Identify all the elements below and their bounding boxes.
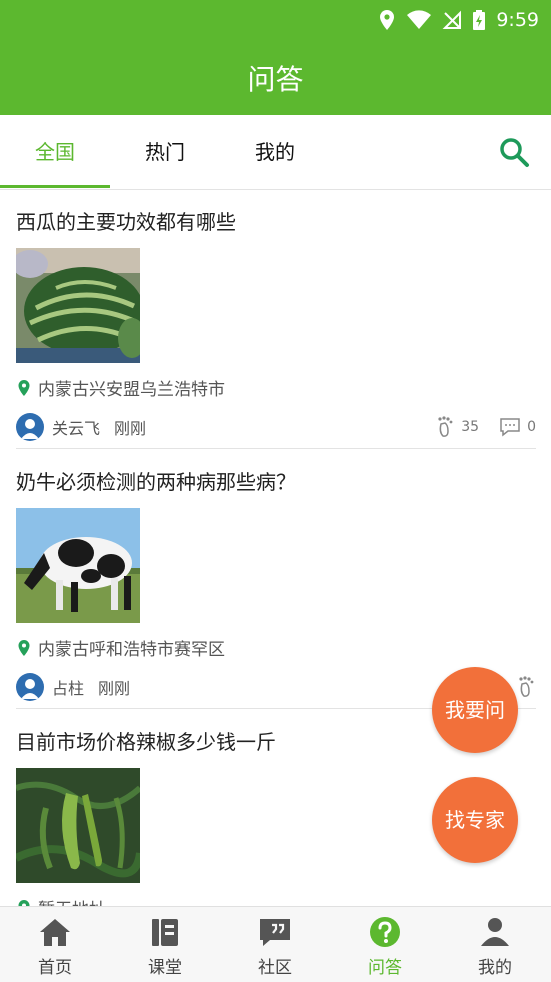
tab-bar: 全国 热门 我的 xyxy=(0,115,551,190)
nav-home[interactable]: 首页 xyxy=(0,907,110,982)
post-time: 刚刚 xyxy=(98,679,131,698)
page-title: 问答 xyxy=(247,63,304,96)
location-status-icon xyxy=(380,10,395,30)
signal-off-icon xyxy=(442,10,462,29)
location-text: 内蒙古兴安盟乌兰浩特市 xyxy=(38,380,225,400)
tab-mine[interactable]: 我的 xyxy=(220,115,330,189)
views-count: 35 xyxy=(461,419,480,435)
comments-count: 0 xyxy=(527,419,536,435)
location-text: 暂无地址 xyxy=(38,895,106,906)
nav-label: 社区 xyxy=(258,958,292,978)
post-stats xyxy=(516,676,536,698)
search-icon[interactable] xyxy=(496,134,532,170)
cow-image xyxy=(16,508,140,623)
wifi-icon xyxy=(407,10,432,29)
active-tab-indicator xyxy=(0,185,110,188)
pepper-image xyxy=(16,768,140,883)
nav-classroom[interactable]: 课堂 xyxy=(110,907,220,982)
status-bar: 9:59 xyxy=(378,6,539,34)
author-name[interactable]: 占柱 xyxy=(52,675,84,699)
location-pin-icon xyxy=(18,639,30,656)
watermelon-image xyxy=(16,248,140,363)
avatar[interactable] xyxy=(16,413,44,441)
bottom-nav: 首页 课堂 社区 问答 我的 xyxy=(0,906,551,982)
nav-community[interactable]: 社区 xyxy=(220,907,330,982)
footprint-icon xyxy=(519,676,534,697)
location-row: 暂无地址 xyxy=(18,895,106,906)
ask-question-button[interactable]: 我要问 xyxy=(432,667,518,753)
comment-icon[interactable] xyxy=(499,417,521,437)
divider xyxy=(16,448,536,449)
question-title[interactable]: 目前市场价格辣椒多少钱一斤 xyxy=(16,726,276,755)
location-text: 内蒙古呼和浩特市赛罕区 xyxy=(38,640,225,660)
app-header: 9:59 问答 xyxy=(0,0,551,115)
chat-icon xyxy=(260,919,290,946)
footprint-icon xyxy=(438,416,453,437)
location-pin-icon xyxy=(18,379,30,396)
tab-nationwide[interactable]: 全国 xyxy=(0,115,110,189)
location-row: 内蒙古兴安盟乌兰浩特市 xyxy=(18,375,225,400)
nav-label: 我的 xyxy=(478,958,512,978)
nav-label: 课堂 xyxy=(148,958,182,978)
post-stats: 35 0 xyxy=(435,416,536,438)
nav-label: 问答 xyxy=(368,958,402,978)
book-icon xyxy=(152,919,178,946)
question-title[interactable]: 奶牛必须检测的两种病那些病？ xyxy=(16,466,296,495)
post-time: 刚刚 xyxy=(114,419,147,438)
author-name[interactable]: 关云飞 xyxy=(52,415,100,439)
question-title[interactable]: 西瓜的主要功效都有哪些 xyxy=(16,206,236,235)
location-row: 内蒙古呼和浩特市赛罕区 xyxy=(18,635,225,660)
profile-icon xyxy=(481,918,509,946)
find-expert-button[interactable]: 找专家 xyxy=(432,777,518,863)
battery-charging-icon xyxy=(473,10,486,30)
question-meta: 关云飞 刚刚 35 0 xyxy=(16,412,536,442)
clock: 9:59 xyxy=(496,9,539,31)
nav-label: 首页 xyxy=(38,958,72,978)
tab-hot[interactable]: 热门 xyxy=(110,115,220,189)
nav-profile[interactable]: 我的 xyxy=(440,907,550,982)
nav-qa[interactable]: 问答 xyxy=(330,907,440,982)
home-icon xyxy=(40,919,70,946)
avatar[interactable] xyxy=(16,673,44,701)
question-icon xyxy=(370,917,400,947)
